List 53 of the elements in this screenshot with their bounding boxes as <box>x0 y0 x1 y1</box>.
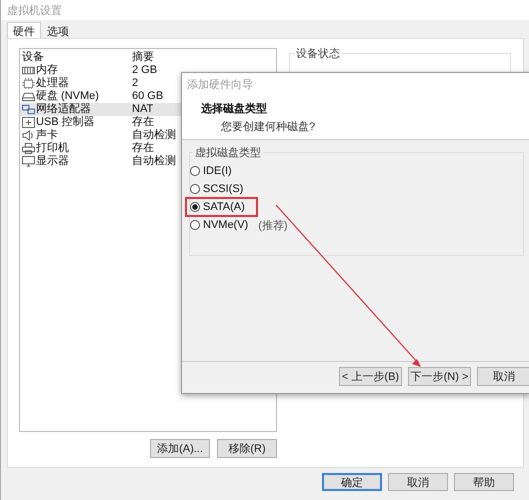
option-label[interactable]: IDE(I) <box>203 165 232 177</box>
device-summary: 自动检测 <box>132 129 176 142</box>
tab[interactable]: 选项 <box>41 22 75 38</box>
device-summary: 存在 <box>132 116 154 129</box>
wizard-button[interactable]: < 上一步(B) <box>339 367 402 386</box>
device-summary: 自动检测 <box>132 155 176 168</box>
radio-button[interactable] <box>190 184 200 194</box>
dialog-title: 添加硬件向导 <box>187 78 254 92</box>
monitor-icon <box>22 156 35 167</box>
group-label: 虚拟磁盘类型 <box>193 145 263 160</box>
device-name: 显示器 <box>36 155 69 168</box>
option-label[interactable]: SCSI(S) <box>203 183 244 195</box>
group-label: 设备状态 <box>294 46 342 61</box>
memory-icon <box>22 65 35 76</box>
printer-icon <box>22 143 35 154</box>
radio-button[interactable] <box>190 166 200 176</box>
wizard-button[interactable]: 取消 <box>477 367 529 386</box>
dialog-button[interactable]: 确定 <box>322 473 382 491</box>
device-summary: 60 GB <box>132 90 164 103</box>
network-icon <box>22 104 35 115</box>
device-row[interactable]: 内存 2 GB <box>20 64 276 77</box>
wizard-button[interactable]: 下一步(N) > <box>408 367 471 386</box>
device-name: 处理器 <box>36 77 69 90</box>
device-row[interactable]: 硬盘 (NVMe) 60 GB <box>20 90 276 103</box>
list-button[interactable]: 移除(R) <box>217 439 277 458</box>
radio-button[interactable] <box>190 202 200 212</box>
dialog-button[interactable]: 取消 <box>388 473 448 491</box>
option-label[interactable]: SATA(A) <box>203 201 245 213</box>
column-header: 设备 <box>21 51 45 64</box>
usb-icon <box>22 117 35 128</box>
device-summary: 2 <box>132 77 138 90</box>
device-summary: NAT <box>132 103 154 116</box>
step-description: 您要创建何种磁盘? <box>221 120 316 134</box>
list-button[interactable]: 添加(A)... <box>150 439 210 458</box>
option-label[interactable]: NVMe(V) <box>203 219 248 231</box>
device-name: 网络适配器 <box>36 103 91 116</box>
dialog-button[interactable]: 帮助 <box>454 473 514 491</box>
radio-button[interactable] <box>190 220 200 230</box>
device-name: 声卡 <box>36 129 58 142</box>
device-summary: 存在 <box>132 142 154 155</box>
step-heading: 选择磁盘类型 <box>201 102 268 116</box>
device-name: USB 控制器 <box>36 116 95 129</box>
tab[interactable]: 硬件 <box>7 22 41 38</box>
speaker-icon <box>22 130 35 141</box>
device-summary: 2 GB <box>132 64 158 77</box>
drive-icon <box>22 91 35 102</box>
device-name: 内存 <box>36 64 58 77</box>
column-header: 摘要 <box>132 51 154 64</box>
option-note: (推荐) <box>258 218 288 232</box>
window-title: 虚拟机设置 <box>7 4 62 18</box>
chip-icon <box>22 78 35 89</box>
device-name: 打印机 <box>36 142 69 155</box>
device-name: 硬盘 (NVMe) <box>36 90 99 103</box>
